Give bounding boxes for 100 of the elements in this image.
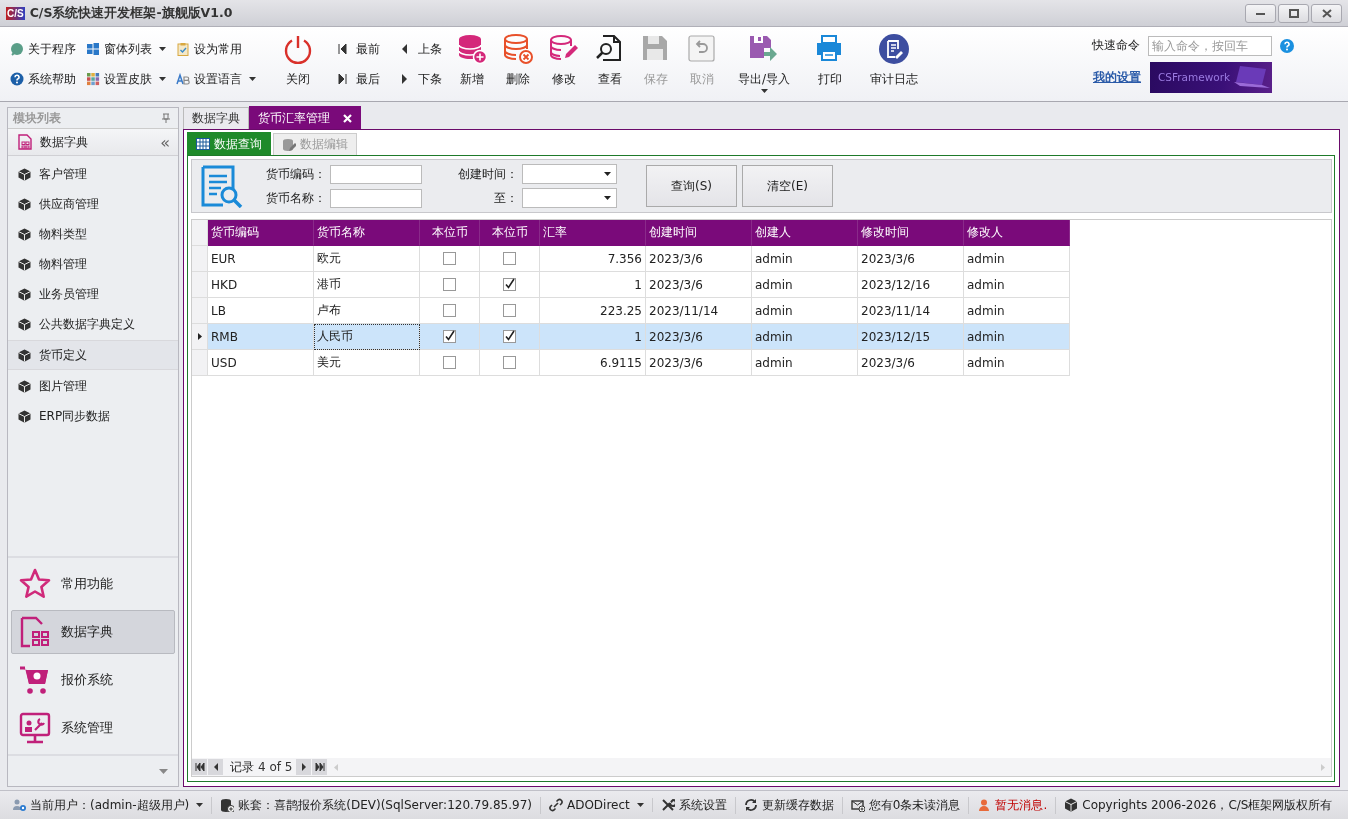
checkbox[interactable] <box>503 356 516 369</box>
audit-log-icon <box>878 33 911 65</box>
status-item[interactable]: 您有0条未读消息 <box>842 796 970 814</box>
toolbar-button[interactable]: 打印 <box>810 33 851 95</box>
checkbox[interactable] <box>503 304 516 317</box>
command-field[interactable]: 输入命令，按回车 <box>1148 35 1272 56</box>
text-field[interactable] <box>330 164 422 184</box>
document-tab[interactable]: 货币汇率管理 <box>249 106 361 129</box>
row-header[interactable] <box>192 324 208 350</box>
date-field[interactable] <box>522 164 617 184</box>
toolbar-button[interactable]: 审计日志 <box>866 33 923 95</box>
close-button[interactable] <box>1311 3 1342 23</box>
toolbar-button[interactable]: 修改 <box>544 33 584 95</box>
toolbar-button[interactable]: 新增 <box>452 33 492 95</box>
table-cell: 2023/3/6 <box>646 324 752 350</box>
table-cell: 6.9115 <box>540 350 646 376</box>
cube-icon <box>18 317 31 331</box>
checkbox[interactable] <box>503 330 516 343</box>
navigation-item[interactable]: 数据字典 <box>11 610 175 654</box>
toolbar-button[interactable]: 设置皮肤 <box>86 64 166 94</box>
column-header[interactable]: 货币编码 <box>208 220 314 246</box>
refresh-icon <box>743 798 758 812</box>
database-delete-icon <box>502 33 534 65</box>
module-item[interactable]: 供应商管理 <box>8 190 178 218</box>
cart-icon <box>19 664 51 696</box>
next-page-button[interactable] <box>296 759 312 775</box>
last-page-button[interactable] <box>312 759 328 775</box>
close-button[interactable]: 关闭 <box>278 33 318 95</box>
dropdown-icon <box>604 196 611 200</box>
column-header[interactable]: 本位币 <box>420 220 480 246</box>
navigation-button[interactable]: 最后 <box>338 64 380 94</box>
column-header[interactable]: 创建人 <box>752 220 858 246</box>
module-item[interactable]: 物料类型 <box>8 220 178 248</box>
table-cell: 欧元 <box>314 246 420 272</box>
column-header[interactable]: 货币名称 <box>314 220 420 246</box>
checkbox[interactable] <box>443 252 456 265</box>
toolbar-button[interactable]: 设为常用 <box>176 34 256 64</box>
settings-link[interactable]: 我的设置 <box>1093 68 1141 86</box>
module-item[interactable]: ERP同步数据 <box>8 402 178 430</box>
status-item[interactable]: 暂无消息. <box>969 796 1057 814</box>
cube-icon <box>18 379 31 393</box>
status-item[interactable]: 账套：喜鹊报价系统(DEV)(SqlServer:120.79.85.97) <box>212 796 541 814</box>
checkbox[interactable] <box>443 330 456 343</box>
group-header[interactable]: 数据字典 « <box>8 129 178 156</box>
status-item[interactable]: 当前用户：(admin-超级用户) <box>12 796 213 814</box>
database-edit-icon <box>282 137 296 152</box>
caret-icon <box>159 768 168 774</box>
text-field[interactable] <box>330 188 422 208</box>
navigation-item[interactable]: 系统管理 <box>11 706 175 750</box>
toolbar-button[interactable]: 系统帮助 <box>10 64 76 94</box>
navigation-item[interactable]: 常用功能 <box>11 562 175 606</box>
table-cell: admin <box>964 246 1070 272</box>
query-button[interactable]: 清空(E) <box>742 165 833 207</box>
toolbar-button[interactable]: 导出/导入 <box>734 33 795 95</box>
caret-icon <box>249 77 256 81</box>
column-header[interactable]: 汇率 <box>540 220 646 246</box>
tools-icon <box>660 798 675 812</box>
column-header[interactable]: 修改时间 <box>858 220 964 246</box>
toolbar-button[interactable]: 查看 <box>590 33 630 95</box>
maximize-button[interactable] <box>1278 3 1309 23</box>
previous-page-button[interactable] <box>208 759 223 775</box>
module-item[interactable]: 客户管理 <box>8 160 178 188</box>
collapse-button[interactable]: « <box>160 132 170 152</box>
toolbar-button[interactable]: 关于程序 <box>10 34 76 64</box>
navigation-item[interactable]: 报价系统 <box>11 658 175 702</box>
first-page-button[interactable] <box>192 759 207 775</box>
status-item[interactable]: ADODirect <box>540 798 653 812</box>
checkbox[interactable] <box>443 356 456 369</box>
toolbar-button[interactable]: 窗体列表 <box>86 34 166 64</box>
checkbox[interactable] <box>503 252 516 265</box>
view-tab[interactable]: 数据查询 <box>187 132 271 155</box>
cube-icon <box>18 409 31 423</box>
table-icon <box>196 138 210 150</box>
query-button[interactable]: 查询(S) <box>646 165 737 207</box>
checkbox[interactable] <box>443 278 456 291</box>
status-item[interactable]: 更新缓存数据 <box>735 796 843 814</box>
module-item[interactable]: 公共数据字典定义 <box>8 310 178 338</box>
minimize-button[interactable] <box>1245 3 1276 23</box>
table-cell: 2023/3/6 <box>646 246 752 272</box>
date-field[interactable] <box>522 188 617 208</box>
module-item[interactable]: 货币定义 <box>8 340 178 370</box>
document-tab[interactable]: 数据字典 <box>183 107 249 129</box>
status-item[interactable]: Copyrights 2006-2026，C/S框架网版权所有 <box>1056 796 1341 814</box>
toolbar-button[interactable]: 删除 <box>498 33 538 95</box>
table-cell: 2023/12/16 <box>858 272 964 298</box>
status-item[interactable]: 系统设置 <box>652 796 736 814</box>
module-item[interactable]: 业务员管理 <box>8 280 178 308</box>
module-item[interactable]: 物料管理 <box>8 250 178 278</box>
toolbar-button[interactable]: 设置语言 <box>176 64 256 94</box>
checkbox[interactable] <box>503 278 516 291</box>
column-header[interactable]: 修改人 <box>964 220 1070 246</box>
navigation-button[interactable]: 下条 <box>400 64 442 94</box>
navigation-button[interactable]: 上条 <box>400 34 442 64</box>
field-label: 货币名称： <box>266 189 326 207</box>
module-item[interactable]: 图片管理 <box>8 372 178 400</box>
column-header[interactable]: 创建时间 <box>646 220 752 246</box>
checkbox[interactable] <box>443 304 456 317</box>
laptop-icon <box>1232 64 1272 90</box>
navigation-button[interactable]: 最前 <box>338 34 380 64</box>
column-header[interactable]: 本位币 <box>480 220 540 246</box>
